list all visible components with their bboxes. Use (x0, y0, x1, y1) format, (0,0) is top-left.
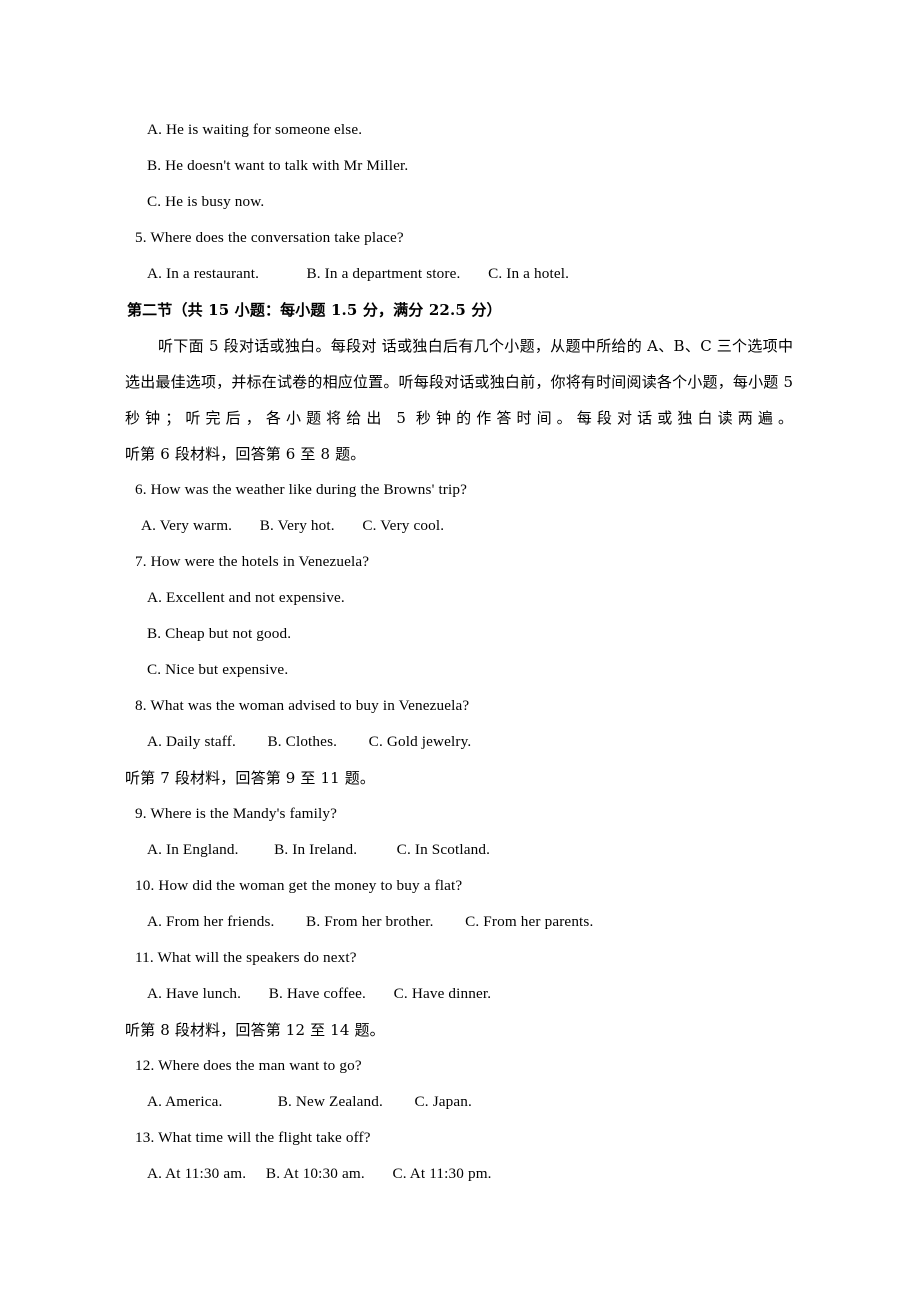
section-instructions: 听下面 5 段对话或独白。每段对 话或独白后有几个小题，从题中所给的 A、B、C… (125, 337, 793, 427)
q4-option-b: B. He doesn't want to talk with Mr Mille… (147, 157, 409, 174)
q6-options: A. Very warm. B. Very hot. C. Very cool. (141, 517, 445, 534)
q6-stem: 6. How was the weather like during the B… (135, 481, 468, 498)
q7-option-c: C. Nice but expensive. (147, 661, 289, 678)
q4-option-a: A. He is waiting for someone else. (147, 121, 363, 138)
q8-stem: 8. What was the woman advised to buy in … (135, 697, 470, 714)
q5-options: A. In a restaurant. B. In a department s… (147, 265, 570, 282)
q12-stem: 12. Where does the man want to go? (135, 1057, 362, 1074)
exam-page: A. He is waiting for someone else. B. He… (0, 0, 920, 1302)
q4-option-c: C. He is busy now. (147, 193, 265, 210)
q10-stem: 10. How did the woman get the money to b… (135, 877, 463, 894)
q7-option-a: A. Excellent and not expensive. (147, 589, 345, 606)
directive-material-7: 听第 7 段材料，回答第 9 至 11 题。 (125, 769, 376, 787)
q12-options: A. America. B. New Zealand. C. Japan. (147, 1093, 472, 1110)
q5-stem: 5. Where does the conversation take plac… (135, 229, 404, 246)
q7-option-b: B. Cheap but not good. (147, 625, 292, 642)
section-heading: 第二节（共 15 小题：每小题 1.5 分，满分 22.5 分） (127, 301, 502, 319)
q7-stem: 7. How were the hotels in Venezuela? (135, 553, 370, 570)
q11-options: A. Have lunch. B. Have coffee. C. Have d… (147, 985, 492, 1002)
q13-options: A. At 11:30 am. B. At 10:30 am. C. At 11… (147, 1165, 492, 1182)
q10-options: A. From her friends. B. From her brother… (147, 913, 594, 930)
q8-options: A. Daily staff. B. Clothes. C. Gold jewe… (147, 733, 472, 750)
q9-options: A. In England. B. In Ireland. C. In Scot… (147, 841, 491, 858)
q13-stem: 13. What time will the flight take off? (135, 1129, 371, 1146)
directive-material-8: 听第 8 段材料，回答第 12 至 14 题。 (125, 1021, 385, 1039)
directive-material-6: 听第 6 段材料，回答第 6 至 8 题。 (125, 445, 366, 463)
q11-stem: 11. What will the speakers do next? (135, 949, 357, 966)
q9-stem: 9. Where is the Mandy's family? (135, 805, 338, 822)
